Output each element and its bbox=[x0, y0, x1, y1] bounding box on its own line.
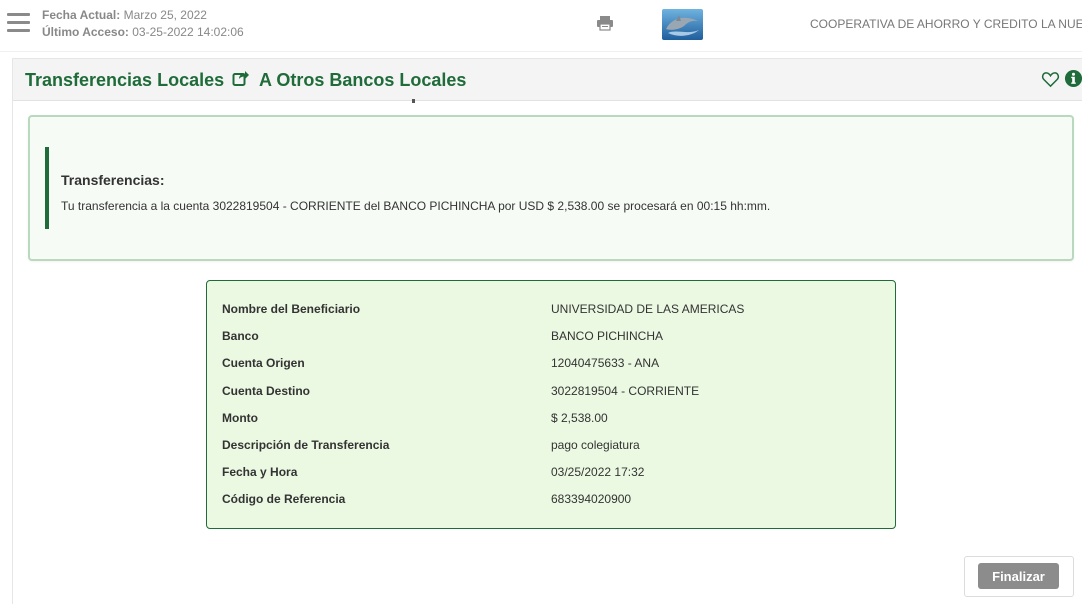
share-icon bbox=[232, 71, 249, 86]
page-subtitle: A Otros Bancos Locales bbox=[259, 70, 467, 90]
detail-row-beneficiario: Nombre del Beneficiario UNIVERSIDAD DE L… bbox=[222, 302, 882, 322]
alert-panel: Transferencias: Tu transferencia a la cu… bbox=[28, 115, 1074, 261]
fecha-actual-label: Fecha Actual: bbox=[42, 8, 121, 22]
ultimo-acceso-value: 03-25-2022 14:02:06 bbox=[132, 25, 244, 39]
detail-row-cuenta-origen: Cuenta Origen 12040475633 - ANA bbox=[222, 356, 882, 376]
detail-label: Banco bbox=[222, 329, 259, 343]
page-title: Transferencias Locales bbox=[25, 70, 225, 90]
detail-label: Fecha y Hora bbox=[222, 465, 298, 479]
finalizar-button[interactable]: Finalizar bbox=[978, 563, 1059, 589]
detail-value: BANCO PICHINCHA bbox=[551, 329, 664, 343]
info-icon[interactable] bbox=[1064, 69, 1082, 88]
top-header: Fecha Actual: Marzo 25, 2022 Último Acce… bbox=[0, 0, 1082, 52]
detail-label: Monto bbox=[222, 411, 258, 425]
detail-label: Código de Referencia bbox=[222, 492, 346, 506]
detail-row-cuenta-destino: Cuenta Destino 3022819504 - CORRIENTE bbox=[222, 384, 882, 404]
detail-row-fecha-hora: Fecha y Hora 03/25/2022 17:32 bbox=[222, 465, 882, 485]
detail-row-codigo-referencia: Código de Referencia 683394020900 bbox=[222, 492, 882, 512]
detail-value: 3022819504 - CORRIENTE bbox=[551, 384, 700, 398]
alert-accent-bar bbox=[45, 147, 49, 229]
detail-value: 12040475633 - ANA bbox=[551, 356, 660, 370]
cooperative-name: COOPERATIVA DE AHORRO Y CREDITO LA NUE bbox=[810, 17, 1082, 31]
detail-label: Nombre del Beneficiario bbox=[222, 302, 361, 316]
print-icon[interactable] bbox=[596, 14, 614, 32]
transfer-details: Nombre del Beneficiario UNIVERSIDAD DE L… bbox=[206, 280, 896, 529]
page-container: Transferencias Locales A Otros Bancos Lo… bbox=[12, 58, 1082, 604]
alert-title: Transferencias: bbox=[61, 172, 165, 188]
detail-value: 683394020900 bbox=[551, 492, 632, 506]
detail-row-banco: Banco BANCO PICHINCHA bbox=[222, 329, 882, 349]
fecha-actual: Fecha Actual: Marzo 25, 2022 bbox=[42, 7, 244, 24]
fecha-actual-value: Marzo 25, 2022 bbox=[123, 8, 207, 22]
alert-message: Tu transferencia a la cuenta 3022819504 … bbox=[61, 199, 771, 213]
menu-icon[interactable] bbox=[7, 13, 30, 35]
separator-mark bbox=[412, 99, 415, 103]
ultimo-acceso: Último Acceso: 03-25-2022 14:02:06 bbox=[42, 24, 244, 41]
detail-value: $ 2,538.00 bbox=[551, 411, 608, 425]
finalizar-container: Finalizar bbox=[964, 556, 1074, 597]
detail-row-descripcion: Descripción de Transferencia pago colegi… bbox=[222, 438, 882, 458]
cooperative-logo bbox=[662, 9, 703, 40]
session-info: Fecha Actual: Marzo 25, 2022 Último Acce… bbox=[42, 7, 244, 41]
detail-value: pago colegiatura bbox=[551, 438, 640, 452]
detail-row-monto: Monto $ 2,538.00 bbox=[222, 411, 882, 431]
ultimo-acceso-label: Último Acceso: bbox=[42, 25, 129, 39]
title-bar: Transferencias Locales A Otros Bancos Lo… bbox=[13, 58, 1082, 101]
detail-value: 03/25/2022 17:32 bbox=[551, 465, 645, 479]
detail-label: Cuenta Origen bbox=[222, 356, 305, 370]
detail-label: Descripción de Transferencia bbox=[222, 438, 390, 452]
heart-icon[interactable] bbox=[1041, 70, 1060, 89]
detail-value: UNIVERSIDAD DE LAS AMERICAS bbox=[551, 302, 745, 316]
detail-label: Cuenta Destino bbox=[222, 384, 311, 398]
